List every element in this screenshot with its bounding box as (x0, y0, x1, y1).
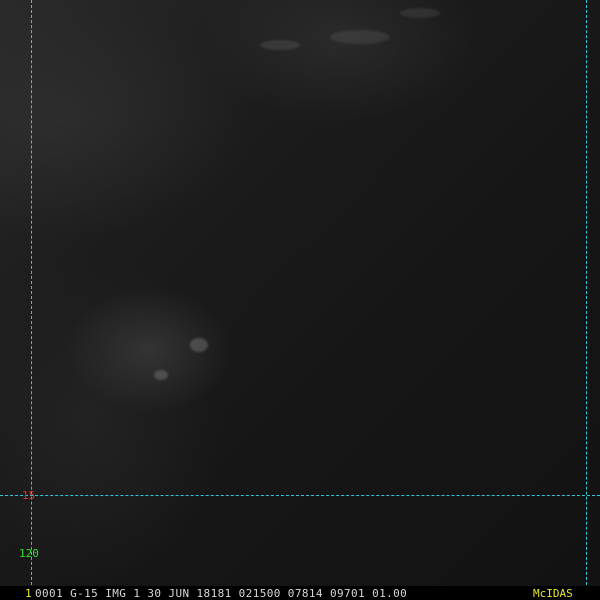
cloud-feature (154, 370, 168, 380)
latitude-gridline (0, 495, 600, 496)
cloud-feature (330, 30, 390, 44)
cloud-feature (190, 338, 208, 352)
satellite-image-viewer[interactable]: 15 120 1 0001 G-15 IMG 1 30 JUN 18181 02… (0, 0, 600, 600)
longitude-label: 120 (19, 547, 39, 560)
longitude-gridline (586, 0, 587, 600)
mcidas-brand-label: McIDAS (533, 587, 573, 600)
longitude-gridline (31, 0, 32, 600)
cloud-feature (400, 8, 440, 18)
cloud-feature (260, 40, 300, 50)
image-info-text: 0001 G-15 IMG 1 30 JUN 18181 021500 0781… (35, 587, 408, 600)
latitude-label: 15 (22, 489, 36, 502)
frame-number: 1 (25, 587, 32, 600)
